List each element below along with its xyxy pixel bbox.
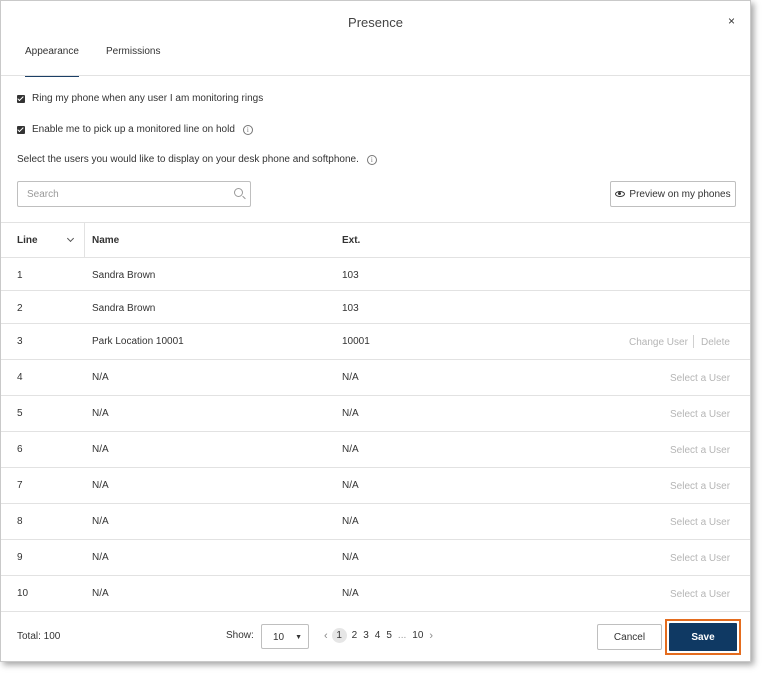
ext-cell: N/A [342,408,359,419]
name-column-header: Name [92,235,120,246]
select-users-text: Select the users you would like to displ… [17,154,359,165]
table-row: 7 N/A N/A Select a User [1,468,750,504]
ring-label: Ring my phone when any user I am monitor… [32,93,264,104]
line-cell: 10 [17,588,29,599]
select-users-hint: Select the users you would like to displ… [17,154,377,165]
line-table: Line Name Ext. 1 Sandra Brown 103 2 Sand… [1,222,750,612]
presence-dialog: Presence × Appearance Permissions Ring m… [0,0,751,662]
preview-on-phones-button[interactable]: Preview on my phones [610,181,736,207]
line-sort-header[interactable]: Line [1,223,85,258]
ext-cell: N/A [342,588,359,599]
next-page-icon[interactable]: › [429,630,433,642]
select-user-link[interactable]: Select a User [670,589,730,600]
search-icon[interactable] [234,188,243,197]
name-cell: N/A [92,480,109,491]
line-cell: 1 [17,270,23,281]
line-column-header: Line [17,235,38,246]
name-cell: N/A [92,408,109,419]
line-cell: 5 [17,408,23,419]
pickup-label: Enable me to pick up a monitored line on… [32,124,235,135]
dialog-header: Presence × Appearance Permissions [1,1,750,77]
search-input[interactable] [18,182,218,206]
show-label: Show: [226,630,254,641]
eye-icon [615,191,626,197]
ext-cell: N/A [342,516,359,527]
line-cell: 8 [17,516,23,527]
ext-cell: 103 [342,270,359,281]
name-cell: Park Location 10001 [92,336,184,347]
table-header: Line Name Ext. [1,222,750,258]
delete-link[interactable]: Delete [701,337,730,348]
page-link[interactable]: 3 [363,630,369,641]
line-cell: 4 [17,372,23,383]
preview-button-label: Preview on my phones [629,188,731,200]
table-row: 1 Sandra Brown 103 [1,258,750,291]
name-cell: N/A [92,588,109,599]
ext-cell: N/A [342,552,359,563]
select-user-link[interactable]: Select a User [670,553,730,564]
table-row: 3 Park Location 10001 10001 Change User … [1,324,750,360]
pickup-checkbox[interactable] [17,125,25,134]
save-button[interactable]: Save [669,623,737,651]
chevron-down-icon [66,234,75,243]
line-cell: 3 [17,336,23,347]
dialog-title: Presence [348,15,403,30]
name-cell: N/A [92,444,109,455]
ext-cell: N/A [342,444,359,455]
table-row: 2 Sandra Brown 103 [1,291,750,324]
select-user-link[interactable]: Select a User [670,373,730,384]
table-row: 4 N/A N/A Select a User [1,360,750,396]
total-count: Total: 100 [17,631,61,642]
ext-cell: 10001 [342,336,370,347]
pagination: ‹ 1 2 3 4 5 ... 10 › [321,628,436,643]
select-user-link[interactable]: Select a User [670,517,730,528]
ext-cell: N/A [342,480,359,491]
page-size-value: 10 [273,632,285,643]
page-link[interactable]: 2 [352,630,358,641]
change-user-link[interactable]: Change User [629,337,688,348]
page-link-current[interactable]: 1 [331,628,347,643]
select-user-link[interactable]: Select a User [670,445,730,456]
ring-option: Ring my phone when any user I am monitor… [17,93,263,104]
line-cell: 2 [17,303,23,314]
table-row: 9 N/A N/A Select a User [1,540,750,576]
page-link[interactable]: 4 [375,630,381,641]
ext-cell: 103 [342,303,359,314]
table-row: 10 N/A N/A Select a User [1,576,750,612]
name-cell: N/A [92,516,109,527]
tab-permissions[interactable]: Permissions [106,46,160,76]
line-cell: 7 [17,480,23,491]
select-user-link[interactable]: Select a User [670,409,730,420]
table-row: 6 N/A N/A Select a User [1,432,750,468]
dropdown-arrow-icon: ▼ [295,634,302,641]
ext-cell: N/A [342,372,359,383]
ring-checkbox[interactable] [17,94,25,103]
search-box [17,181,251,207]
action-divider [693,335,694,348]
info-icon[interactable]: i [366,154,377,165]
cancel-button[interactable]: Cancel [597,624,662,650]
line-cell: 9 [17,552,23,563]
name-cell: Sandra Brown [92,270,156,281]
page-link-last[interactable]: 10 [412,630,423,641]
name-cell: Sandra Brown [92,303,156,314]
table-row: 8 N/A N/A Select a User [1,504,750,540]
dialog-footer: Total: 100 Show: 10 ▼ ‹ 1 2 3 4 5 ... 10… [1,612,750,662]
name-cell: N/A [92,552,109,563]
table-row: 5 N/A N/A Select a User [1,396,750,432]
select-user-link[interactable]: Select a User [670,481,730,492]
close-icon[interactable]: × [728,14,735,28]
tab-appearance[interactable]: Appearance [25,46,79,77]
ext-column-header: Ext. [342,235,361,246]
line-cell: 6 [17,444,23,455]
pickup-option: Enable me to pick up a monitored line on… [17,124,253,135]
pagination-ellipsis: ... [397,630,407,641]
page-size-select[interactable]: 10 ▼ [261,624,309,649]
prev-page-icon[interactable]: ‹ [324,630,328,642]
name-cell: N/A [92,372,109,383]
page-link[interactable]: 5 [386,630,392,641]
info-icon[interactable]: i [242,124,253,135]
